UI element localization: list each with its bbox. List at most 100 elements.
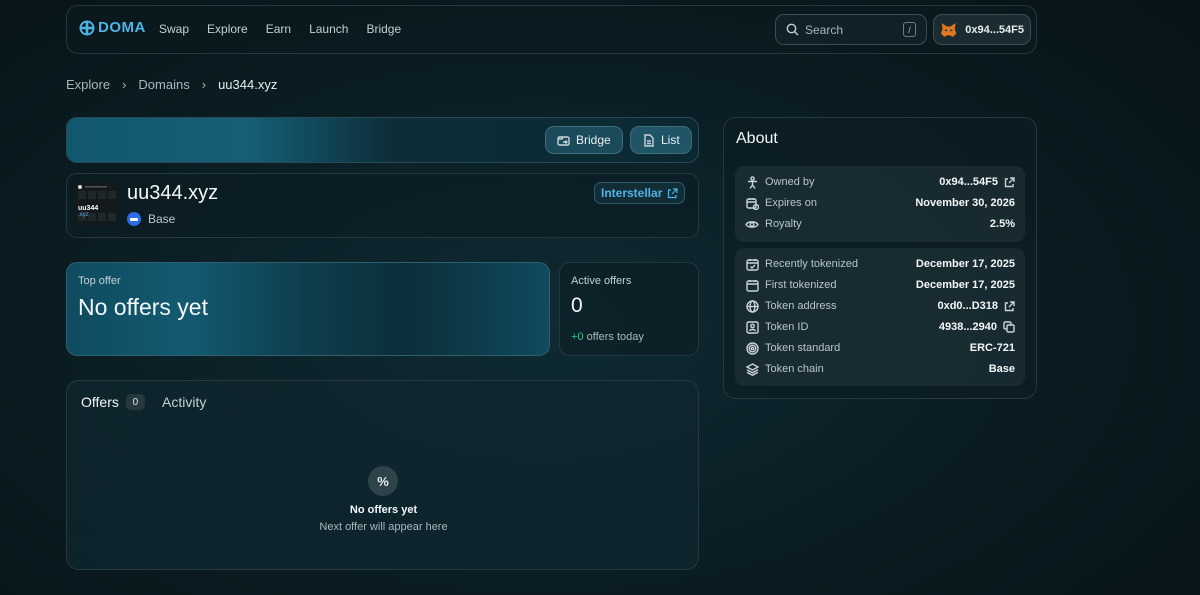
domain-chain: Base bbox=[127, 212, 175, 226]
list-document-icon bbox=[644, 133, 654, 147]
nav-link-explore[interactable]: Explore bbox=[207, 22, 248, 36]
recently-tokenized-value: December 17, 2025 bbox=[915, 258, 1015, 270]
top-offer-value: No offers yet bbox=[78, 294, 208, 320]
about-title: About bbox=[736, 130, 778, 147]
token-standard-value: ERC-721 bbox=[969, 342, 1015, 354]
recently-tokenized-row: Recently tokenized December 17, 2025 bbox=[745, 255, 1015, 273]
recently-tokenized-label: Recently tokenized bbox=[765, 258, 858, 270]
breadcrumb-explore[interactable]: Explore bbox=[66, 77, 110, 92]
marketplace-name: Interstellar bbox=[601, 186, 663, 200]
top-offer-card: Top offer No offers yet bbox=[66, 262, 550, 356]
offers-count-badge: 0 bbox=[125, 394, 145, 410]
external-link-icon bbox=[668, 187, 678, 198]
expires-on-row: Expires on November 30, 2026 bbox=[745, 194, 1015, 212]
royalty-label: Royalty bbox=[765, 218, 802, 230]
active-offers-value: 0 bbox=[571, 294, 583, 317]
empty-state-title: No offers yet bbox=[349, 504, 418, 516]
bridge-button-label: Bridge bbox=[576, 133, 611, 147]
token-id-label: Token ID bbox=[765, 321, 809, 333]
tab-offers-label: Offers bbox=[81, 394, 119, 410]
calendar-clock-icon bbox=[745, 196, 759, 210]
search-placeholder: Search bbox=[805, 22, 844, 37]
nav-link-swap[interactable]: Swap bbox=[159, 22, 189, 36]
percent-icon: % bbox=[368, 466, 398, 496]
expires-on-label: Expires on bbox=[765, 197, 817, 209]
external-link-icon[interactable] bbox=[1004, 300, 1015, 312]
token-id-text: 4938...2940 bbox=[938, 321, 997, 333]
active-offers-delta: +0 offers today bbox=[571, 331, 644, 343]
offers-panel: Offers 0 Activity % No offers yet Next o… bbox=[66, 380, 699, 570]
active-offers-card: Active offers 0 +0 offers today bbox=[559, 262, 699, 356]
tab-activity[interactable]: Activity bbox=[162, 394, 206, 410]
bridge-icon bbox=[557, 135, 570, 146]
token-chain-value: Base bbox=[988, 363, 1015, 375]
list-button-label: List bbox=[661, 133, 680, 147]
token-details-group: Recently tokenized December 17, 2025 Fir… bbox=[735, 248, 1025, 386]
token-chain-label: Token chain bbox=[765, 363, 824, 375]
empty-state-subtitle: Next offer will appear here bbox=[319, 521, 448, 533]
nav-link-bridge[interactable]: Bridge bbox=[366, 22, 401, 36]
thumbnail-tld: .xyz bbox=[78, 212, 89, 218]
nav-links: Swap Explore Earn Launch Bridge bbox=[159, 22, 419, 36]
marketplace-link[interactable]: Interstellar bbox=[594, 182, 686, 204]
domain-banner: Bridge List bbox=[66, 117, 699, 163]
calendar-check-icon bbox=[745, 257, 759, 271]
token-standard-label: Token standard bbox=[765, 342, 841, 354]
doma-logo[interactable]: DOMA bbox=[79, 19, 146, 36]
base-chain-icon bbox=[127, 212, 141, 226]
domain-thumbnail: uu344 .xyz bbox=[75, 182, 118, 225]
copy-icon[interactable] bbox=[1003, 321, 1015, 333]
layers-icon bbox=[745, 362, 759, 376]
owned-by-label: Owned by bbox=[765, 176, 815, 188]
royalty-value: 2.5% bbox=[989, 218, 1015, 230]
domain-thumbnail-pattern bbox=[75, 182, 118, 225]
chevron-right-icon: › bbox=[201, 77, 207, 92]
chevron-right-icon: › bbox=[122, 77, 127, 92]
list-button[interactable]: List bbox=[630, 126, 692, 154]
globe-icon bbox=[745, 299, 759, 313]
breadcrumb-domains[interactable]: Domains bbox=[138, 77, 189, 92]
wallet-button[interactable]: 0x94...54F5 bbox=[933, 14, 1031, 45]
owner-address: 0x94...54F5 bbox=[939, 176, 998, 188]
id-card-icon bbox=[745, 320, 759, 334]
owned-by-row: Owned by 0x94...54F5 bbox=[745, 173, 1015, 191]
token-id-value: 4938...2940 bbox=[939, 321, 1015, 333]
first-tokenized-value: December 17, 2025 bbox=[915, 279, 1015, 291]
breadcrumb-current: uu344.xyz bbox=[218, 77, 278, 92]
doma-logo-icon bbox=[79, 20, 95, 35]
standard-icon bbox=[745, 341, 759, 355]
expires-on-value: November 30, 2026 bbox=[915, 197, 1015, 209]
token-id-row: Token ID 4938...2940 bbox=[745, 318, 1015, 336]
metamask-fox-icon bbox=[940, 22, 957, 37]
offers-delta-count: +0 bbox=[571, 331, 584, 343]
eye-icon bbox=[745, 217, 759, 231]
token-address-text: 0xd0...D318 bbox=[937, 300, 998, 312]
about-panel: About Owned by 0x94...54F5 Expires on No… bbox=[723, 117, 1037, 399]
royalty-row: Royalty 2.5% bbox=[745, 215, 1015, 233]
calendar-icon bbox=[745, 278, 759, 292]
token-address-label: Token address bbox=[765, 300, 837, 312]
ownership-group: Owned by 0x94...54F5 Expires on November… bbox=[735, 166, 1025, 242]
owned-by-value: 0x94...54F5 bbox=[939, 176, 1015, 188]
token-address-value: 0xd0...D318 bbox=[937, 300, 1015, 312]
tab-offers[interactable]: Offers 0 bbox=[81, 394, 145, 410]
token-address-row: Token address 0xd0...D318 bbox=[745, 297, 1015, 315]
active-offers-label: Active offers bbox=[571, 275, 632, 287]
external-link-icon[interactable] bbox=[1004, 176, 1015, 188]
thumbnail-name: uu344 bbox=[78, 205, 99, 212]
domain-name: uu344.xyz bbox=[127, 182, 219, 204]
wallet-address: 0x94...54F5 bbox=[965, 23, 1024, 36]
top-navigation-bar: DOMA Swap Explore Earn Launch Bridge Sea… bbox=[66, 5, 1037, 54]
first-tokenized-row: First tokenized December 17, 2025 bbox=[745, 276, 1015, 294]
nav-link-launch[interactable]: Launch bbox=[309, 22, 348, 36]
person-icon bbox=[745, 175, 759, 189]
search-shortcut-key: / bbox=[903, 22, 916, 37]
bridge-button[interactable]: Bridge bbox=[545, 126, 623, 154]
domain-card: uu344 .xyz uu344.xyz Base Interstellar bbox=[66, 173, 699, 238]
chain-name: Base bbox=[148, 212, 176, 226]
search-icon bbox=[786, 23, 799, 36]
token-chain-row: Token chain Base bbox=[745, 360, 1015, 378]
offers-delta-suffix: offers today bbox=[586, 331, 644, 343]
search-input[interactable]: Search / bbox=[775, 14, 927, 45]
nav-link-earn[interactable]: Earn bbox=[266, 22, 291, 36]
